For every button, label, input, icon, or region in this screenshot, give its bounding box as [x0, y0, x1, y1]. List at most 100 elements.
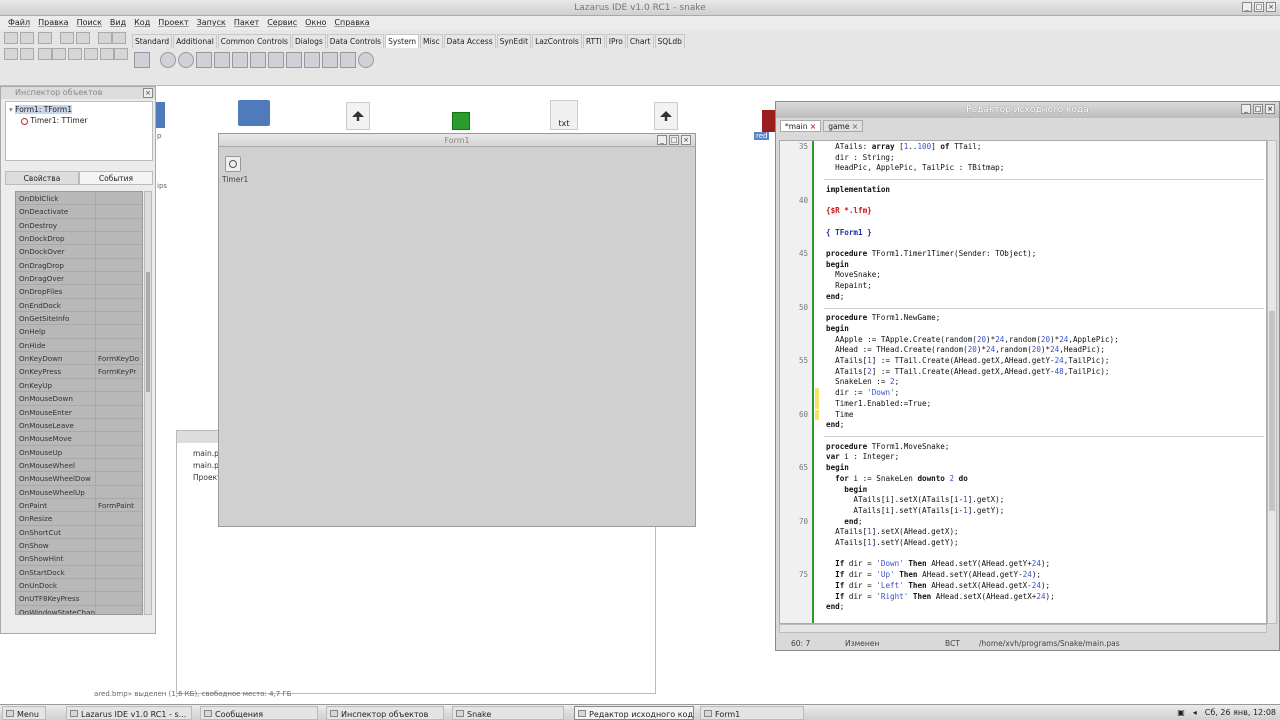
palette-tab-standard[interactable]: Standard: [132, 34, 173, 48]
event-handler-value[interactable]: [96, 406, 142, 418]
event-handler-value[interactable]: [96, 486, 142, 498]
save-all-icon[interactable]: [76, 32, 90, 44]
server-channel-icon[interactable]: [304, 52, 320, 68]
script-file-icon[interactable]: [346, 102, 370, 130]
editor-minimize-button[interactable]: _: [1241, 104, 1251, 114]
taskbar-item-inspector[interactable]: Инспектор объектов: [326, 706, 444, 720]
event-row[interactable]: OnMouseWheelUp: [16, 485, 142, 499]
event-row[interactable]: OnWindowStateChan: [16, 605, 142, 614]
event-handler-value[interactable]: [96, 566, 142, 578]
code-text[interactable]: ATails: array [1..100] of TTail; dir : S…: [826, 142, 1119, 613]
event-handler-value[interactable]: [96, 312, 142, 324]
menu-file[interactable]: Файл: [8, 16, 30, 30]
event-row[interactable]: OnResize: [16, 512, 142, 526]
menu-help[interactable]: Справка: [334, 16, 369, 30]
timer-component-icon[interactable]: [160, 52, 176, 68]
event-handler-value[interactable]: [96, 539, 142, 551]
image-file-icon[interactable]: [452, 112, 470, 130]
tree-item-timer1[interactable]: Timer1: TTimer: [9, 115, 149, 126]
event-handler-value[interactable]: [96, 592, 142, 604]
event-handler-value[interactable]: [96, 272, 142, 284]
event-row[interactable]: OnShowHint: [16, 552, 142, 566]
event-row[interactable]: OnUTF8KeyPress: [16, 592, 142, 606]
form1-close-button[interactable]: ×: [681, 135, 691, 145]
run-to-cursor-icon[interactable]: [114, 48, 128, 60]
event-row[interactable]: OnShow: [16, 538, 142, 553]
event-handler-value[interactable]: [96, 579, 142, 591]
taskbar-item-lazarus[interactable]: Lazarus IDE v1.0 RC1 - s...: [66, 706, 192, 720]
palette-tab-synedit[interactable]: SynEdit: [496, 34, 532, 48]
inspector-scrollbar[interactable]: [144, 191, 152, 615]
step-over-icon[interactable]: [84, 48, 98, 60]
close-tab-icon[interactable]: ×: [810, 122, 816, 131]
event-handler-value[interactable]: [96, 232, 142, 244]
event-handler-value[interactable]: FormKeyDo: [96, 352, 142, 364]
selection-pointer-icon[interactable]: [134, 52, 150, 68]
message-line[interactable]: main.p: [193, 461, 219, 470]
stop-icon[interactable]: [52, 48, 66, 60]
menu-view[interactable]: Вид: [110, 16, 126, 30]
event-handler-value[interactable]: [96, 419, 142, 431]
process-component-icon[interactable]: [214, 52, 230, 68]
clock[interactable]: Сб, 26 янв, 12:08: [1205, 705, 1276, 720]
xml-config-icon[interactable]: [268, 52, 284, 68]
palette-tab-rtti[interactable]: RTTI: [582, 34, 605, 48]
tree-item-form1[interactable]: ▾ Form1: TForm1: [9, 104, 149, 115]
palette-tab-lazcontrols[interactable]: LazControls: [532, 34, 582, 48]
palette-tab-dialogs[interactable]: Dialogs: [291, 34, 326, 48]
event-row[interactable]: OnMouseWheel: [16, 458, 142, 473]
new-unit-icon[interactable]: [4, 32, 18, 44]
event-handler-value[interactable]: [96, 245, 142, 257]
event-handler-value[interactable]: [96, 472, 142, 484]
save-icon[interactable]: [60, 32, 74, 44]
step-out-icon[interactable]: [100, 48, 114, 60]
new-form-icon[interactable]: [20, 32, 34, 44]
form1-minimize-button[interactable]: _: [657, 135, 667, 145]
palette-tab-data-controls[interactable]: Data Controls: [326, 34, 385, 48]
event-handler-value[interactable]: [96, 446, 142, 458]
event-handler-value[interactable]: [96, 285, 142, 297]
event-handler-value[interactable]: [96, 219, 142, 231]
event-handler-value[interactable]: [96, 552, 142, 564]
menu-project[interactable]: Проект: [158, 16, 188, 30]
menu-window[interactable]: Окно: [305, 16, 326, 30]
lazarus-html-icon[interactable]: [358, 52, 374, 68]
event-row[interactable]: OnUnDock: [16, 578, 142, 593]
palette-tab-misc[interactable]: Misc: [420, 34, 443, 48]
ide-minimize-button[interactable]: _: [1242, 2, 1252, 12]
event-handler-value[interactable]: [96, 459, 142, 471]
event-handler-value[interactable]: [96, 379, 142, 391]
menu-search[interactable]: Поиск: [77, 16, 102, 30]
event-row[interactable]: OnMouseUp: [16, 445, 142, 459]
editor-maximize-button[interactable]: □: [1253, 104, 1263, 114]
menu-run[interactable]: Запуск: [197, 16, 226, 30]
event-handler-value[interactable]: [96, 325, 142, 337]
palette-tab-ipro[interactable]: IPro: [605, 34, 626, 48]
event-handler-value[interactable]: [96, 526, 142, 538]
menu-package[interactable]: Пакет: [234, 16, 259, 30]
start-menu-button[interactable]: Menu: [2, 706, 46, 720]
event-row[interactable]: OnKeyDown FormKeyDo: [16, 352, 142, 366]
event-row[interactable]: OnMouseDown: [16, 392, 142, 406]
tab-main[interactable]: *main ×: [780, 120, 822, 132]
message-line[interactable]: main.p: [193, 449, 219, 458]
event-handler-value[interactable]: FormKeyPr: [96, 365, 142, 377]
tab-game[interactable]: game ×: [823, 120, 864, 132]
editor-vertical-scrollbar[interactable]: [1267, 140, 1277, 624]
text-file-icon[interactable]: txt: [550, 100, 578, 130]
async-process-icon[interactable]: [322, 52, 338, 68]
close-tab-icon[interactable]: ×: [852, 122, 858, 131]
taskbar-item-messages[interactable]: Сообщения: [200, 706, 318, 720]
menu-tools[interactable]: Сервис: [267, 16, 297, 30]
form1-designer[interactable]: Form1 _ □ × Timer1: [218, 133, 696, 527]
event-row[interactable]: OnKeyUp: [16, 378, 142, 393]
event-handler-value[interactable]: FormPaint: [96, 499, 142, 511]
tab-properties[interactable]: Свойства: [5, 171, 79, 185]
event-row[interactable]: OnKeyPress FormKeyPr: [16, 365, 142, 379]
menu-code[interactable]: Код: [134, 16, 150, 30]
volume-icon[interactable]: ◂: [1193, 705, 1197, 720]
palette-tab-chart[interactable]: Chart: [626, 34, 654, 48]
editor-close-button[interactable]: ×: [1265, 104, 1275, 114]
view-forms-icon[interactable]: [4, 48, 18, 60]
code-editor[interactable]: 35 40 45 50 55 60 65 70 75 ATails: array [1..100…: [779, 140, 1267, 624]
